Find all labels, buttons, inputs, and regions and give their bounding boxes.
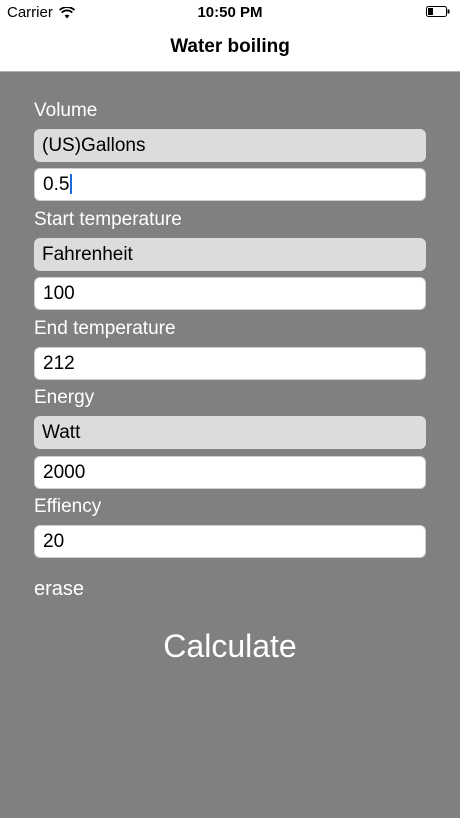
volume-input[interactable]: 0.5	[34, 168, 426, 201]
navigation-bar: Water boiling	[0, 24, 460, 72]
start-temperature-unit-selector[interactable]: Fahrenheit	[34, 238, 426, 271]
efficiency-input[interactable]: 20	[34, 525, 426, 558]
efficiency-label: Effiency	[34, 496, 102, 517]
battery-icon	[426, 6, 450, 17]
erase-button[interactable]: erase	[34, 578, 84, 601]
status-time: 10:50 PM	[197, 4, 263, 21]
start-temperature-input[interactable]: 100	[34, 277, 426, 310]
status-bar: Carrier 10:50 PM	[0, 0, 460, 24]
volume-unit-selector[interactable]: (US)Gallons	[34, 129, 426, 162]
energy-unit-selector[interactable]: Watt	[34, 416, 426, 449]
energy-input[interactable]: 2000	[34, 456, 426, 489]
energy-label: Energy	[34, 387, 95, 408]
text-caret	[70, 174, 73, 194]
start-temperature-label: Start temperature	[34, 209, 182, 230]
volume-value: 0.5	[43, 174, 70, 195]
end-temperature-input[interactable]: 212	[34, 347, 426, 380]
end-temperature-label: End temperature	[34, 318, 176, 339]
volume-label: Volume	[34, 100, 98, 121]
calculate-button[interactable]: Calculate	[0, 628, 460, 665]
page-title: Water boiling	[170, 36, 290, 57]
